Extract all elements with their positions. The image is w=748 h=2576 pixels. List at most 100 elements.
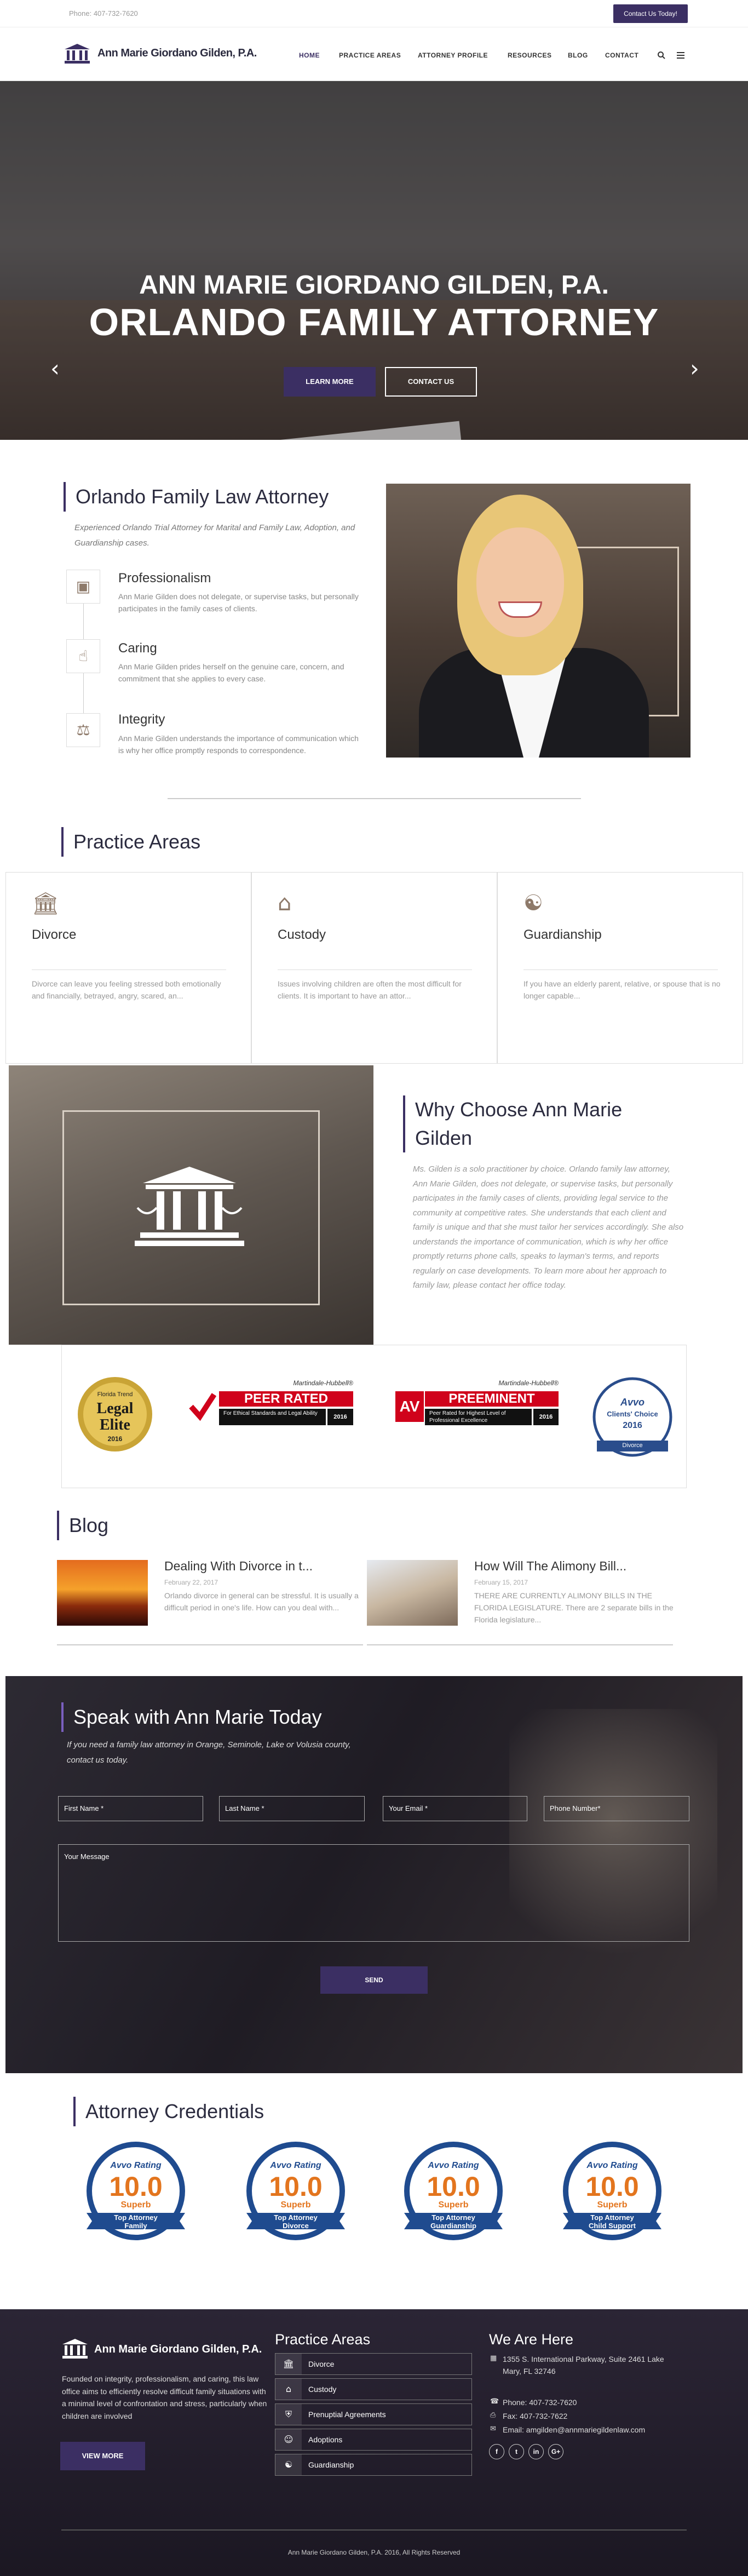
search-icon[interactable] bbox=[657, 51, 666, 60]
phone-icon: ☎ bbox=[490, 2397, 499, 2406]
envelope-icon: ✉ bbox=[490, 2425, 496, 2433]
footer-practice-guardianship[interactable]: ☯ Guardianship bbox=[275, 2454, 472, 2476]
avvo-year: 2016 bbox=[623, 1421, 642, 1430]
practice-card-text: Divorce can leave you feeling stressed b… bbox=[32, 979, 221, 1000]
shield-icon: ⛨ bbox=[275, 2404, 302, 2425]
contact-us-today-button[interactable]: Contact Us Today! bbox=[613, 4, 688, 23]
slider-next-icon[interactable]: › bbox=[690, 355, 699, 382]
send-button[interactable]: SEND bbox=[320, 1966, 428, 1994]
courthouse-logo-icon[interactable] bbox=[64, 43, 91, 65]
av-brand: Martindale-Hubbell® bbox=[498, 1379, 559, 1387]
blog-divider bbox=[367, 1644, 673, 1645]
attorney-photo bbox=[386, 484, 691, 758]
facebook-icon[interactable]: f bbox=[489, 2444, 504, 2459]
blog-title: Blog bbox=[57, 1511, 108, 1540]
blog-post-excerpt: Orlando divorce in general can be stress… bbox=[164, 1591, 359, 1612]
legal-elite-year: 2016 bbox=[107, 1435, 123, 1443]
avvo-rating-label: Superb bbox=[120, 2200, 151, 2210]
hero-firm-name: ANN MARIE GIORDANO GILDEN, P.A. bbox=[139, 271, 609, 300]
avvo-brand: Avvo bbox=[620, 1397, 645, 1408]
practice-card-text: Issues involving children are often the … bbox=[278, 979, 462, 1000]
courthouse-icon: 🏛 bbox=[275, 2354, 302, 2374]
legal-elite-mid: Legal bbox=[96, 1400, 134, 1417]
feature-text: Ann Marie Gilden does not delegate, or s… bbox=[118, 592, 359, 613]
footer-practice-prenuptial[interactable]: ⛨ Prenuptial Agreements bbox=[275, 2403, 472, 2425]
avvo-rating-label: Superb bbox=[280, 2200, 311, 2210]
nav-blog[interactable]: BLOG bbox=[568, 51, 588, 59]
practice-card-title[interactable]: Divorce bbox=[32, 927, 76, 943]
nav-resources[interactable]: RESOURCES bbox=[508, 51, 552, 59]
blog-post-date: February 22, 2017 bbox=[164, 1579, 218, 1586]
group-icon: ☯ bbox=[523, 891, 543, 916]
home-icon: ⌂ bbox=[278, 891, 292, 916]
footer-fax: Fax: 407-732-7622 bbox=[503, 2412, 568, 2420]
slider-prev-icon[interactable]: ‹ bbox=[50, 355, 60, 382]
nav-home[interactable]: HOME bbox=[299, 51, 320, 59]
linkedin-icon[interactable]: in bbox=[528, 2444, 544, 2459]
practice-card-title[interactable]: Custody bbox=[278, 927, 326, 943]
view-more-button[interactable]: VIEW MORE bbox=[60, 2442, 145, 2470]
nav-contact[interactable]: CONTACT bbox=[605, 51, 638, 59]
avvo-rating-child-support: Avvo Rating 10.0 Superb Top Attorney Chi… bbox=[557, 2139, 667, 2248]
avvo-rating-label: Superb bbox=[597, 2200, 628, 2210]
footer-practice-custody[interactable]: ⌂ Custody bbox=[275, 2378, 472, 2400]
twitter-icon[interactable]: t bbox=[509, 2444, 524, 2459]
last-name-field[interactable]: Last Name * bbox=[219, 1796, 365, 1821]
credentials-title: Attorney Credentials bbox=[73, 2097, 264, 2126]
courthouse-statue-image bbox=[9, 1065, 373, 1345]
feature-title: Professionalism bbox=[118, 571, 211, 586]
nav-attorney-profile[interactable]: ATTORNEY PROFILE bbox=[418, 51, 488, 59]
practice-card-title[interactable]: Guardianship bbox=[523, 927, 602, 943]
google-plus-icon[interactable]: G+ bbox=[548, 2444, 563, 2459]
building-icon: ▦ bbox=[490, 2354, 497, 2362]
footer-phone[interactable]: Phone: 407-732-7620 bbox=[503, 2396, 577, 2408]
footer-practice-divorce[interactable]: 🏛 Divorce bbox=[275, 2353, 472, 2375]
legal-elite-big: Elite bbox=[100, 1416, 130, 1433]
contact-us-button[interactable]: CONTACT US bbox=[385, 367, 477, 397]
avvo-rating-brand: Avvo Rating bbox=[586, 2161, 638, 2170]
child-icon: ☺ bbox=[275, 2429, 302, 2450]
email-field[interactable]: Your Email * bbox=[383, 1796, 527, 1821]
avvo-title: Clients' Choice bbox=[607, 1410, 658, 1418]
scales-icon: ⚖ bbox=[66, 713, 100, 747]
footer-email[interactable]: Email: amgilden@annmariegildenlaw.com bbox=[503, 2424, 645, 2436]
footer-address-line1: 1355 S. International Parkway, Suite 246… bbox=[503, 2355, 664, 2363]
nav-practice-areas[interactable]: PRACTICE AREAS bbox=[339, 51, 401, 59]
intro-subtitle: Experienced Orlando Trial Attorney for M… bbox=[74, 523, 355, 548]
avvo-rating-brand: Avvo Rating bbox=[428, 2161, 479, 2170]
courthouse-emblem-icon bbox=[135, 1167, 244, 1246]
blog-post-excerpt: THERE ARE CURRENTLY ALIMONY BILLS IN THE… bbox=[474, 1591, 674, 1624]
footer-divider bbox=[61, 2529, 687, 2531]
courthouse-icon: 🏛 bbox=[32, 891, 60, 916]
feature-title: Caring bbox=[118, 641, 157, 656]
contact-subtitle: If you need a family law attorney in Ora… bbox=[67, 1740, 351, 1765]
top-phone: Phone: 407-732-7620 bbox=[69, 9, 138, 18]
blog-post-title[interactable]: How Will The Alimony Bill... bbox=[474, 1559, 626, 1574]
av-year: 2016 bbox=[533, 1409, 559, 1425]
phone-field[interactable]: Phone Number* bbox=[544, 1796, 689, 1821]
footer-where-title: We Are Here bbox=[489, 2331, 574, 2348]
avvo-area: Divorce bbox=[622, 1442, 643, 1449]
hamburger-icon[interactable] bbox=[677, 51, 684, 59]
blog-post-title[interactable]: Dealing With Divorce in t... bbox=[164, 1559, 313, 1574]
learn-more-button[interactable]: LEARN MORE bbox=[284, 367, 376, 397]
group-icon: ☯ bbox=[275, 2454, 302, 2475]
family-thumbnail[interactable] bbox=[367, 1560, 458, 1626]
sunset-thumbnail[interactable] bbox=[57, 1560, 148, 1626]
legal-elite-top: Florida Trend bbox=[97, 1391, 133, 1398]
why-choose-text: Ms. Gilden is a solo practitioner by cho… bbox=[413, 1164, 684, 1290]
first-name-field[interactable]: First Name * bbox=[58, 1796, 203, 1821]
site-logo[interactable]: Ann Marie Giordano Gilden, P.A. bbox=[97, 47, 257, 60]
footer-practice-adoptions[interactable]: ☺ Adoptions bbox=[275, 2429, 472, 2451]
thumbs-up-icon: ☝ bbox=[66, 639, 100, 673]
feature-text: Ann Marie Gilden prides herself on the g… bbox=[118, 662, 344, 683]
practice-areas-title: Practice Areas bbox=[61, 827, 200, 857]
contact-title: Speak with Ann Marie Today bbox=[61, 1702, 322, 1732]
footer-logo[interactable]: Ann Marie Giordano Gilden, P.A. bbox=[94, 2343, 262, 2356]
courthouse-logo-icon[interactable] bbox=[61, 2338, 89, 2360]
copyright: Ann Marie Giordano Gilden, P.A. 2016, Al… bbox=[287, 2549, 461, 2556]
message-field[interactable]: Your Message bbox=[58, 1844, 689, 1942]
avvo-rating-top: Top Attorney bbox=[590, 2213, 634, 2222]
avvo-rating-top: Top Attorney bbox=[274, 2213, 318, 2222]
top-bar: Phone: 407-732-7620 Contact Us Today! bbox=[0, 0, 748, 27]
